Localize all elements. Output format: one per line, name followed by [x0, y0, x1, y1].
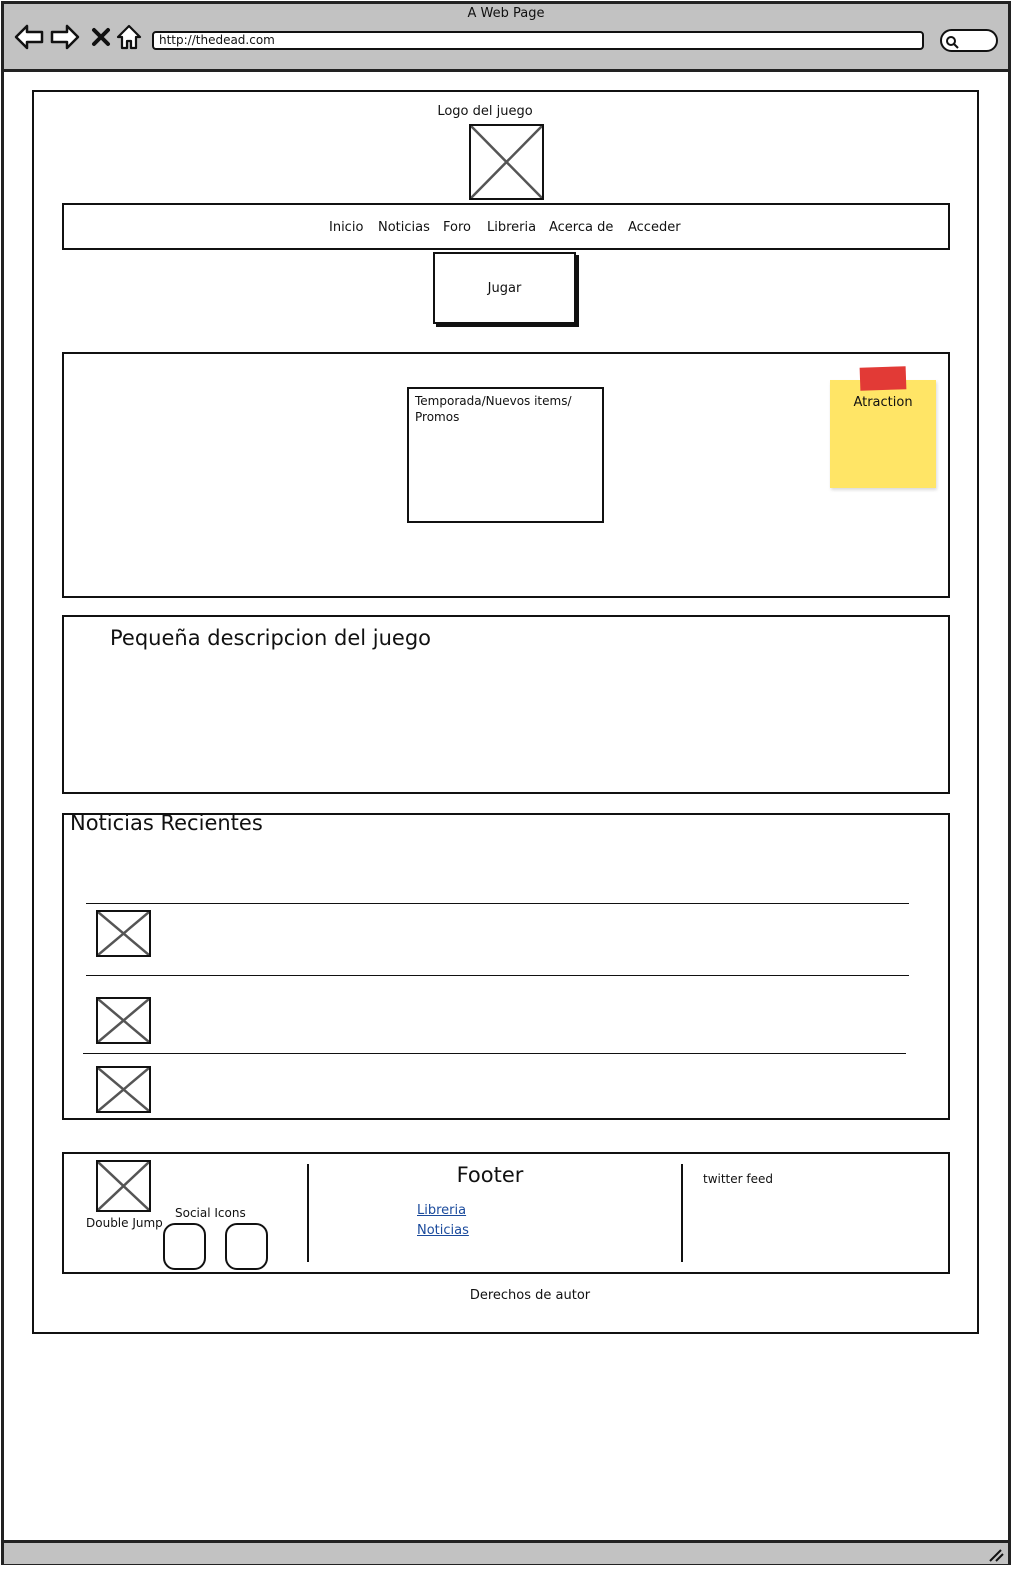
news-title: Noticias Recientes — [70, 811, 263, 835]
promo-banner[interactable]: Temporada/Nuevos items/ Promos — [407, 387, 604, 523]
footer-link-libreria[interactable]: Libreria — [417, 1203, 466, 1218]
sticky-note-label: Atraction — [853, 395, 913, 410]
game-logo-image — [469, 124, 544, 200]
home-icon[interactable] — [114, 22, 144, 52]
studio-logo-image — [96, 1160, 151, 1212]
news-thumbnail-image[interactable] — [96, 1066, 151, 1113]
news-section — [62, 813, 950, 1120]
resize-grip-icon[interactable] — [988, 1547, 1004, 1562]
news-thumbnail-image[interactable] — [96, 910, 151, 957]
news-divider — [83, 1053, 906, 1054]
news-divider — [86, 975, 909, 976]
sticky-note-tape — [859, 366, 907, 391]
browser-statusbar — [4, 1540, 1008, 1564]
studio-label: Double Jump — [86, 1216, 163, 1230]
twitter-feed: twitter feed — [703, 1172, 774, 1186]
news-thumbnail-image[interactable] — [96, 997, 151, 1044]
social-icon[interactable] — [163, 1223, 206, 1270]
search-icon — [945, 34, 959, 49]
back-arrow-icon[interactable] — [14, 22, 44, 52]
close-icon[interactable] — [86, 22, 116, 52]
logo-label: Logo del juego — [437, 104, 533, 119]
news-divider — [86, 903, 909, 904]
nav-item-noticias[interactable]: Noticias — [378, 220, 430, 235]
social-icon[interactable] — [225, 1223, 268, 1270]
description-title: Pequeña descripcion del juego — [110, 626, 431, 650]
window-title: A Web Page — [467, 6, 545, 21]
footer-link-noticias[interactable]: Noticias — [417, 1223, 469, 1238]
forward-arrow-icon[interactable] — [50, 22, 80, 52]
url-input[interactable]: http://thedead.com — [152, 31, 924, 50]
nav-item-acerca-de[interactable]: Acerca de — [549, 220, 613, 235]
nav-item-acceder[interactable]: Acceder — [628, 220, 681, 235]
footer-title: Footer — [456, 1163, 524, 1187]
nav-item-libreria[interactable]: Libreria — [487, 220, 536, 235]
play-button[interactable]: Jugar — [433, 252, 576, 324]
nav-item-foro[interactable]: Foro — [443, 220, 471, 235]
footer-divider — [681, 1164, 683, 1262]
copyright-text: Derechos de autor — [469, 1288, 591, 1303]
footer-divider — [307, 1164, 309, 1262]
social-icons-label: Social Icons — [175, 1206, 246, 1220]
nav-item-inicio[interactable]: Inicio — [329, 220, 363, 235]
